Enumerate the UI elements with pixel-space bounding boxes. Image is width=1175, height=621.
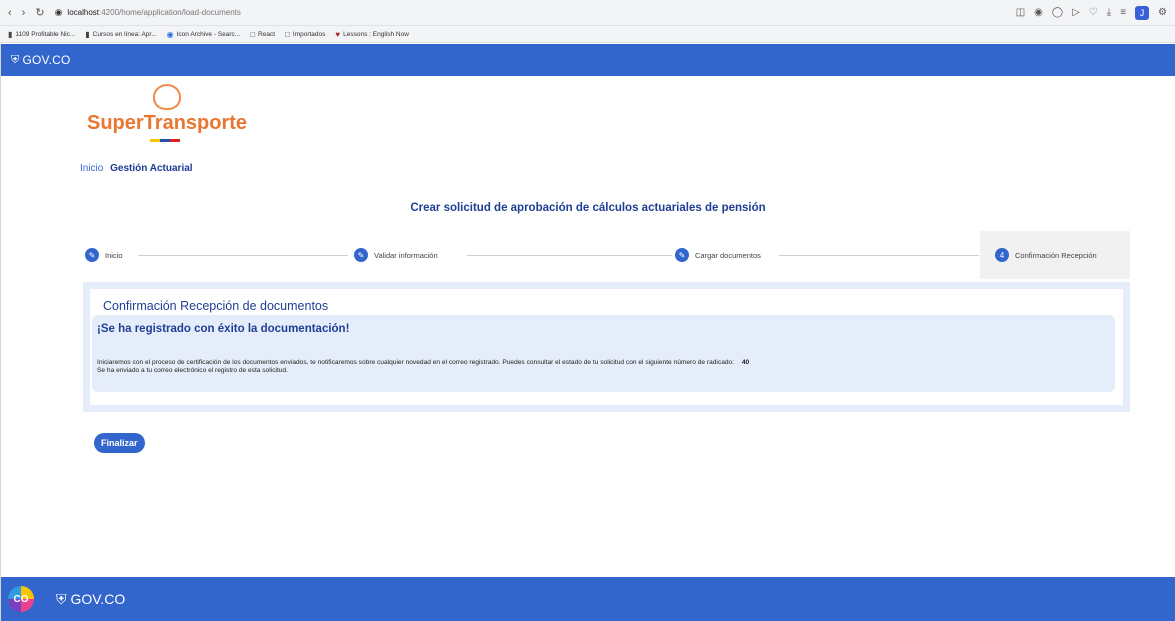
gov-logo[interactable]: ⛨ GOV.CO [11, 53, 71, 67]
profile-avatar[interactable]: J [1135, 5, 1150, 20]
breadcrumb-current[interactable]: Gestión Actuarial [110, 163, 192, 174]
step-cargar-documentos[interactable]: ✎ Cargar documentos [675, 231, 761, 279]
coat-of-arms-icon [153, 84, 181, 110]
step-inicio[interactable]: ✎ Inicio [85, 231, 123, 279]
confirmation-card: Confirmación Recepción de documentos ¡Se… [90, 289, 1123, 405]
bookmark-item[interactable]: ▮ Cursos en línea: Apr... [85, 30, 156, 39]
step-label: Cargar documentos [695, 250, 761, 260]
heart-icon: ♥ [335, 29, 341, 39]
pencil-icon: ✎ [675, 248, 689, 262]
pencil-icon: ✎ [85, 248, 99, 262]
folder-icon: □ [285, 29, 290, 39]
back-icon[interactable]: ‹ [8, 7, 12, 19]
bookmarks-bar: ▮ 1109 Profitable Nic... ▮ Cursos en línea… [0, 26, 1175, 43]
extension-area: ◫ ◉ ◯ ▷ ♡ ⤓ ≡ J ⚙ [1016, 5, 1167, 20]
page-content: ⛨ GOV.CO SuperTransporte Inicio Gestión … [0, 44, 1175, 621]
bookmark-icon: ▮ [85, 29, 90, 39]
step-validar-informacion[interactable]: ✎ Validar información [354, 231, 438, 279]
bookmark-icon: ▮ [8, 29, 13, 39]
gov-shield-icon: ⛨ [56, 590, 67, 607]
confirmation-panel: Confirmación Recepción de documentos ¡Se… [83, 282, 1130, 412]
breadcrumb: Inicio Gestión Actuarial [80, 163, 193, 174]
brand-name: SuperTransporte [87, 112, 248, 134]
step-connector [467, 255, 672, 256]
shield-icon[interactable]: ◯ [1052, 7, 1063, 18]
flag-stripe [150, 139, 180, 142]
camera-icon[interactable]: ◉ [1034, 7, 1043, 18]
success-alert: ¡Se ha registrado con éxito la documenta… [92, 315, 1115, 392]
step-label: Inicio [105, 250, 123, 260]
alert-line-1: Iniciaremos con el proceso de certificac… [97, 359, 735, 366]
gov-shield-icon: ⛨ [11, 53, 20, 66]
bookmark-item[interactable]: ◉ Icon Archive - Searc... [167, 30, 241, 39]
heart-icon[interactable]: ♡ [1089, 7, 1098, 18]
finish-button[interactable]: Finalizar [94, 433, 145, 453]
co-badge[interactable]: CO [8, 586, 34, 612]
site-info-icon[interactable]: ◉ [55, 7, 63, 18]
stepper: ✎ Inicio ✎ Validar información ✎ Cargar … [82, 231, 1130, 279]
alert-message: Iniciaremos con el proceso de certificac… [97, 359, 749, 375]
forward-icon[interactable]: › [22, 7, 26, 19]
bookmark-item[interactable]: ▮ 1109 Profitable Nic... [8, 30, 75, 39]
alert-line-2: Se ha enviado a tu correo electrónico el… [97, 367, 288, 374]
globe-icon: ◉ [166, 29, 174, 39]
step-confirmacion-recepcion[interactable]: 4 Confirmación Recepción [980, 231, 1130, 279]
page-title: Crear solicitud de aprobación de cálculo… [410, 202, 766, 214]
url-host: localhost [67, 8, 99, 17]
alert-heading: ¡Se ha registrado con éxito la documenta… [97, 323, 350, 335]
gov-footer: CO ⛨ GOV.CO [1, 577, 1175, 621]
menu-icon[interactable]: ≡ [1120, 7, 1126, 18]
breadcrumb-home[interactable]: Inicio [80, 163, 103, 174]
step-label: Confirmación Recepción [1015, 250, 1097, 260]
reload-icon[interactable]: ↻ [35, 6, 44, 19]
play-icon[interactable]: ▷ [1072, 7, 1080, 18]
pencil-icon: ✎ [354, 248, 368, 262]
panel-title: Confirmación Recepción de documentos [103, 299, 329, 313]
footer-gov-logo[interactable]: ⛨ GOV.CO [56, 591, 125, 608]
address-bar[interactable]: ◉ localhost:4200/home/application/load-d… [55, 7, 241, 18]
step-connector [138, 255, 348, 256]
bookmark-item[interactable]: ♥ Lessons : English Now [335, 30, 409, 39]
gov-header: ⛨ GOV.CO [1, 44, 1175, 76]
step-label: Validar información [374, 250, 438, 260]
cast-icon[interactable]: ◫ [1016, 7, 1025, 18]
url-path: :4200/home/application/load-documents [99, 8, 241, 17]
step-connector [779, 255, 979, 256]
browser-toolbar: ‹ › ↻ ◉ localhost:4200/home/application/… [0, 0, 1175, 26]
brand-logo[interactable]: SuperTransporte [87, 84, 247, 142]
folder-icon: □ [250, 29, 256, 39]
radicado-number: 40 [741, 359, 750, 366]
bookmark-item[interactable]: □ Importados [285, 30, 325, 39]
step-number: 4 [995, 248, 1009, 262]
download-icon[interactable]: ⤓ [1107, 7, 1111, 18]
extensions-icon[interactable]: ⚙ [1158, 7, 1167, 18]
bookmark-item[interactable]: □ React [250, 30, 275, 39]
